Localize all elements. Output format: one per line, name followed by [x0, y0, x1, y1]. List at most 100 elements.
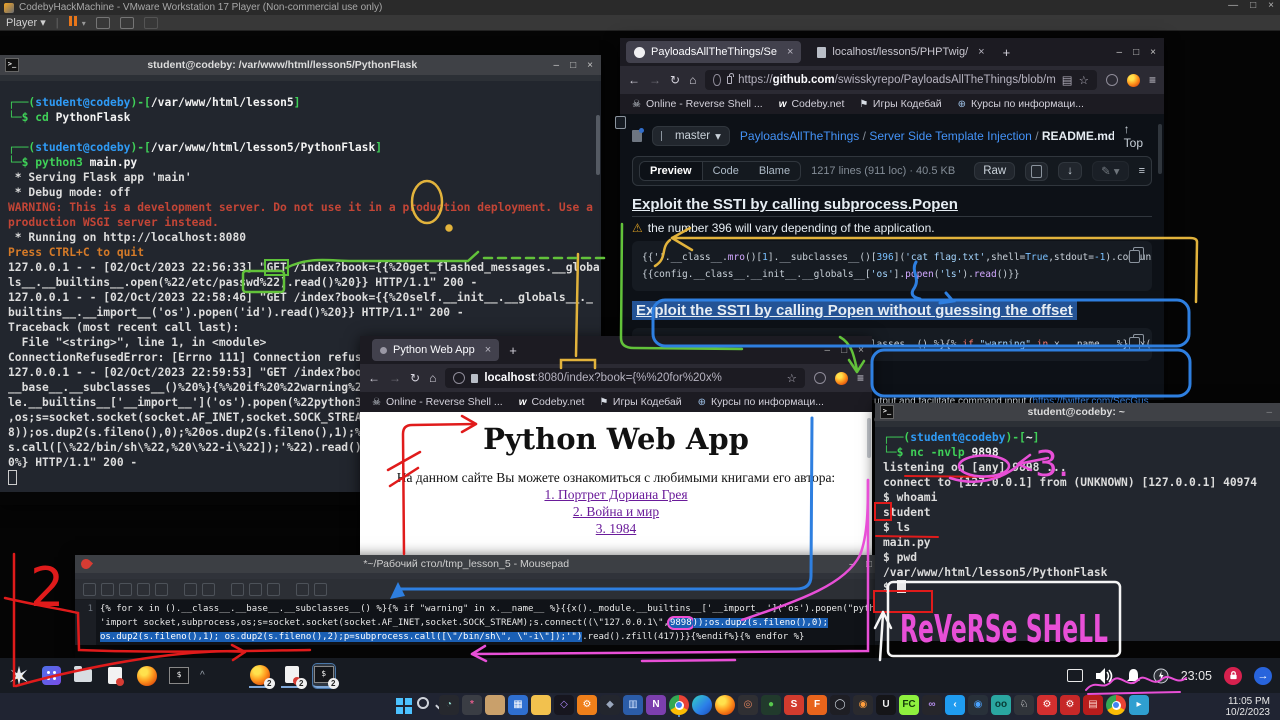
replace-icon[interactable] — [314, 583, 327, 596]
url-bar[interactable]: localhost:8080/index?book={%%20for%20x% … — [445, 368, 805, 388]
mousepad-editor[interactable]: 1 {% for x in ().__class__.__base__.__su… — [75, 600, 880, 645]
redo-icon[interactable] — [202, 583, 215, 596]
vmware-maximize-button[interactable]: □ — [1250, 0, 1256, 11]
save-as-icon[interactable] — [137, 583, 150, 596]
download-button[interactable]: ↓ — [1058, 162, 1082, 180]
screen-lock-icon[interactable] — [1224, 667, 1242, 685]
tab-close-icon[interactable]: × — [787, 46, 793, 58]
taskbar-app-icon-unreal[interactable]: U — [876, 695, 896, 715]
taskbar-mousepad-running[interactable]: 2 — [281, 664, 303, 688]
minimize-button[interactable]: – — [849, 559, 855, 570]
player-menu[interactable]: Player ▾ — [6, 16, 46, 29]
taskbar-app-icon-fl-app[interactable]: F — [807, 695, 827, 715]
bookmark[interactable]: Online - Reverse Shell ... — [372, 396, 503, 408]
pocket-icon[interactable] — [814, 372, 826, 384]
github-scrollbar[interactable] — [1158, 124, 1162, 174]
shield-icon[interactable] — [453, 372, 465, 384]
tab-payloadsallthethings[interactable]: PayloadsAllTheThings/Se × — [626, 41, 801, 63]
home-button[interactable]: ⌂ — [429, 371, 436, 385]
minimize-button[interactable]: – — [1117, 47, 1123, 58]
tab-close-icon[interactable]: × — [485, 344, 491, 356]
copy-icon[interactable] — [1133, 247, 1144, 260]
open-icon[interactable] — [101, 583, 114, 596]
taskbar-app-icon-shotcut[interactable]: S — [784, 695, 804, 715]
maximize-button[interactable]: □ — [866, 559, 872, 570]
taskbar-app-icon-start[interactable] — [393, 695, 413, 715]
kali-menu-button[interactable] — [8, 665, 30, 687]
taskbar-app-icon-c4d[interactable]: ◯ — [830, 695, 850, 715]
taskbar-app-icon-fc-app[interactable]: FC — [899, 695, 919, 715]
bookmark[interactable]: Codeby.net — [779, 98, 845, 110]
book-link-3[interactable]: 3. 1984 — [360, 520, 872, 537]
app-menu-icon[interactable]: ≡ — [857, 371, 864, 385]
firefox-account-icon[interactable] — [1127, 74, 1140, 87]
bookmark[interactable]: Online - Reverse Shell ... — [632, 98, 763, 110]
cut-icon[interactable] — [231, 583, 244, 596]
payload-code-block-1[interactable]: {{''.__class__.mro()[1].__subclasses__()… — [632, 241, 1152, 291]
fullscreen-icon[interactable] — [120, 17, 134, 29]
taskbar-app-icon-boards[interactable]: ▥ — [623, 695, 643, 715]
back-button[interactable]: ← — [628, 73, 640, 87]
raw-button[interactable]: Raw — [974, 162, 1015, 180]
taskbar-app-icon-firefox[interactable] — [715, 695, 735, 715]
forward-button[interactable]: → — [649, 73, 661, 87]
app-menu-icon[interactable] — [40, 665, 62, 687]
app-menu-icon[interactable]: ≡ — [1149, 73, 1156, 87]
notifications-bell-icon[interactable] — [1126, 668, 1141, 684]
tab-blame[interactable]: Blame — [749, 162, 800, 180]
taskbar-app-icon-red-gear-2[interactable]: ⚙ — [1060, 695, 1080, 715]
copy-icon[interactable] — [1133, 334, 1144, 347]
file-manager-icon[interactable] — [72, 665, 94, 687]
taskbar-app-icon-diamond-app[interactable]: ◆ — [600, 695, 620, 715]
taskbar-app-icon-gauge[interactable]: ◔ — [439, 695, 459, 715]
url-bar[interactable]: https://github.com/swisskyrepo/PayloadsA… — [705, 70, 1097, 90]
firefox-launcher-icon[interactable] — [136, 665, 158, 687]
taskbar-app-icon-toolbox[interactable]: ▤ — [1083, 695, 1103, 715]
paste-icon[interactable] — [267, 583, 280, 596]
reader-icon[interactable]: ▤ — [1062, 73, 1073, 87]
shield-icon[interactable] — [713, 74, 720, 86]
power-manager-icon[interactable] — [1153, 668, 1169, 684]
taskbar-app-icon-edge[interactable] — [692, 695, 712, 715]
bookmark[interactable]: Курсы по информаци... — [698, 396, 824, 408]
taskbar-app-icon-calendar[interactable]: ▦ — [508, 695, 528, 715]
taskbar-app-icon-telegram[interactable]: ▸ — [1129, 695, 1149, 715]
taskbar-app-icon-obsidian[interactable]: ◇ — [554, 695, 574, 715]
taskbar-app-icon-search[interactable] — [416, 695, 436, 715]
bookmark[interactable]: Курсы по информаци... — [958, 98, 1084, 110]
bookmark[interactable]: Игры Кодебай — [860, 98, 941, 110]
undo-icon[interactable] — [184, 583, 197, 596]
taskbar-app-icon-orange-gear[interactable]: ⚙ — [577, 695, 597, 715]
pause-button[interactable]: ▾ — [69, 16, 86, 29]
close-file-icon[interactable] — [155, 583, 168, 596]
back-button[interactable]: ← — [368, 371, 380, 385]
forward-button[interactable]: → — [389, 371, 401, 385]
taskbar-app-icon-teal-box[interactable]: oo — [991, 695, 1011, 715]
tab-close-icon[interactable]: × — [978, 46, 984, 58]
bookmark-star-icon[interactable]: ☆ — [1079, 73, 1089, 87]
minimize-button[interactable]: – — [825, 345, 831, 356]
edit-button[interactable]: ✎ ▾ — [1092, 161, 1129, 181]
taskbar-app-icon-visual-studio[interactable]: ∞ — [922, 695, 942, 715]
maximize-button[interactable]: □ — [841, 345, 847, 356]
minimize-button[interactable]: – — [1266, 407, 1272, 418]
reload-button[interactable]: ↻ — [670, 73, 680, 87]
vmware-close-button[interactable]: × — [1268, 0, 1274, 11]
breadcrumb-repo[interactable]: PayloadsAllTheThings — [740, 129, 859, 143]
save-icon[interactable] — [119, 583, 132, 596]
pocket-icon[interactable] — [1106, 74, 1118, 86]
host-clock[interactable]: 11:05 PM 10/2/2023 — [1226, 696, 1271, 718]
updates-icon[interactable]: → — [1254, 667, 1272, 685]
taskbar-terminal-running[interactable]: $2 — [313, 664, 335, 688]
close-button[interactable]: × — [587, 60, 593, 71]
taskbar-app-icon-onenote[interactable]: N — [646, 695, 666, 715]
close-button[interactable]: × — [858, 345, 864, 356]
new-tab-button[interactable]: + — [509, 343, 517, 358]
book-link-2[interactable]: 2. Война и мир — [360, 503, 872, 520]
tab-localhost-phptwig[interactable]: localhost/lesson5/PHPTwig/ × — [809, 41, 992, 63]
page-scrollbar[interactable] — [867, 418, 871, 458]
top-link[interactable]: ↑ Top — [1124, 122, 1152, 150]
tab-python-web-app[interactable]: Python Web App × — [372, 339, 499, 361]
bookmark[interactable]: Codeby.net — [519, 396, 585, 408]
search-icon[interactable] — [296, 583, 309, 596]
